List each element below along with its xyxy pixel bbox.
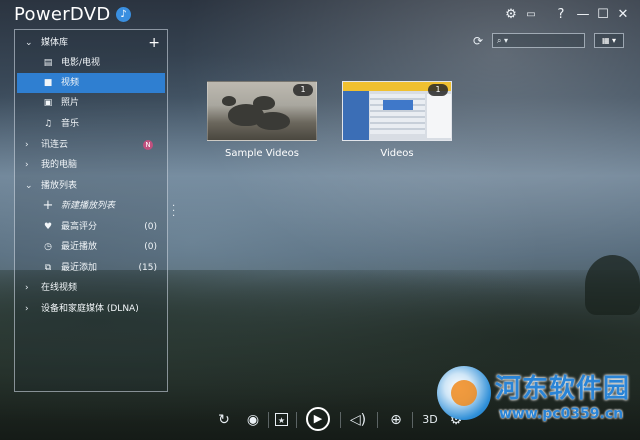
sidebar-item-label: 照片 [61, 98, 80, 108]
sidebar-item-label: 电影/电视 [61, 58, 101, 68]
item-count: (15) [138, 263, 157, 273]
sidebar-item-label: 播放列表 [41, 181, 78, 191]
sidebar-item-label: 在线视频 [41, 283, 78, 293]
sidebar-item-label: 音乐 [61, 119, 80, 129]
chevron-right-icon: › [25, 304, 29, 314]
add-icon[interactable]: + [148, 33, 160, 53]
tv-icon[interactable]: ▭ [522, 6, 540, 24]
sidebar-item-music[interactable]: ♫ 音乐 [15, 114, 167, 134]
help-icon[interactable]: ? [552, 6, 570, 24]
sidebar: ⌄ 媒体库 + ▤ 电影/电视 ■ 视频 ▣ 照片 ♫ 音乐 › 讯连云 N ›… [14, 29, 168, 392]
play-button[interactable]: ▶ [306, 407, 330, 431]
sidebar-item-label: 最高评分 [61, 222, 98, 232]
watermark-name: 河东软件园 [495, 374, 631, 404]
chevron-down-icon: ⌄ [25, 181, 33, 191]
search-icon: ⌕ ▾ [497, 36, 509, 45]
folder-thumbnail: 1 [342, 81, 452, 141]
sidebar-item-label: 新建播放列表 [61, 201, 116, 211]
heart-icon: ♥ [43, 222, 53, 232]
eye-icon[interactable]: ◉ [243, 410, 263, 430]
sidebar-item-recently-played[interactable]: ◷ 最近播放 (0) [15, 237, 167, 257]
divider [340, 412, 341, 428]
divider [377, 412, 378, 428]
folder-label: Videos [380, 148, 414, 159]
photo-icon: ▣ [43, 98, 53, 108]
folder-label: Sample Videos [225, 148, 299, 159]
folder-tile[interactable]: 1 Videos [342, 81, 452, 159]
zoom-icon[interactable]: ⊕ [386, 410, 406, 430]
sidebar-item-my-computer[interactable]: › 我的电脑 [15, 155, 167, 175]
close-icon[interactable]: ✕ [614, 6, 632, 24]
video-icon: ■ [43, 78, 53, 88]
title-bar: PowerDVD ♪ ⚙ ▭ ? — ☐ ✕ [0, 0, 640, 30]
divider [268, 412, 269, 428]
grid-view-icon: ▦ ▾ [601, 36, 617, 45]
chevron-right-icon: › [25, 160, 29, 170]
divider [296, 412, 297, 428]
view-mode-button[interactable]: ▦ ▾ [594, 33, 624, 48]
chevron-right-icon: › [25, 283, 29, 293]
item-count: (0) [144, 242, 157, 252]
chevron-right-icon: › [25, 140, 29, 150]
sidebar-item-videos[interactable]: ■ 视频 [17, 73, 165, 93]
clock-icon: ◷ [44, 242, 52, 252]
minimize-icon[interactable]: — [574, 6, 592, 24]
folder-tile[interactable]: 1 Sample Videos [207, 81, 317, 159]
maximize-icon[interactable]: ☐ [594, 6, 612, 24]
sidebar-item-label: 最近添加 [61, 263, 98, 273]
item-count-badge: 1 [293, 84, 313, 96]
sidebar-item-top-rated[interactable]: ♥ 最高评分 (0) [15, 217, 167, 237]
item-count-badge: 1 [428, 84, 448, 96]
sidebar-item-cloud[interactable]: › 讯连云 N [15, 135, 167, 155]
chevron-down-icon: ⌄ [25, 38, 33, 48]
volume-icon[interactable]: ◁) [348, 410, 368, 430]
sidebar-item-label: 最近播放 [61, 242, 98, 252]
sidebar-resize-handle[interactable]: · · · [172, 202, 176, 222]
sidebar-item-label: 讯连云 [41, 140, 69, 150]
watermark: 河东软件园 www.pc0359.cn [437, 362, 637, 432]
add-icon: + [42, 198, 54, 213]
background-tree [585, 255, 640, 315]
settings-icon[interactable]: ⚙ [502, 6, 520, 24]
music-icon: ♫ [43, 119, 53, 129]
film-icon: ▤ [43, 58, 53, 68]
sidebar-item-movies-tv[interactable]: ▤ 电影/电视 [15, 53, 167, 73]
bell-icon[interactable]: ♪ [116, 7, 131, 22]
sidebar-item-photos[interactable]: ▣ 照片 [15, 93, 167, 113]
repeat-icon[interactable]: ↻ [214, 410, 234, 430]
refresh-icon[interactable]: ⟳ [473, 34, 483, 48]
app-title: PowerDVD [14, 4, 111, 25]
sidebar-item-label: 视频 [61, 78, 80, 88]
sidebar-item-label: 我的电脑 [41, 160, 78, 170]
sidebar-item-media-library[interactable]: ⌄ 媒体库 + [15, 33, 167, 53]
sidebar-item-recently-added[interactable]: ⧉ 最近添加 (15) [15, 258, 167, 278]
sidebar-item-online-videos[interactable]: › 在线视频 [15, 278, 167, 298]
sidebar-item-new-playlist[interactable]: + 新建播放列表 [15, 196, 167, 216]
play-icon: ▶ [313, 412, 323, 425]
divider [412, 412, 413, 428]
item-count: (0) [144, 222, 157, 232]
sidebar-item-label: 媒体库 [41, 38, 69, 48]
folder-thumbnail: 1 [207, 81, 317, 141]
new-badge: N [143, 140, 153, 150]
sidebar-item-playlists[interactable]: ⌄ 播放列表 [15, 176, 167, 196]
search-input[interactable]: ⌕ ▾ [492, 33, 585, 48]
watermark-url: www.pc0359.cn [499, 406, 624, 422]
sidebar-item-dlna[interactable]: › 设备和家庭媒体 (DLNA) [15, 299, 167, 319]
sidebar-item-label: 设备和家庭媒体 (DLNA) [41, 304, 139, 314]
star-icon[interactable]: ★ [275, 413, 288, 426]
recent-add-icon: ⧉ [44, 263, 52, 273]
